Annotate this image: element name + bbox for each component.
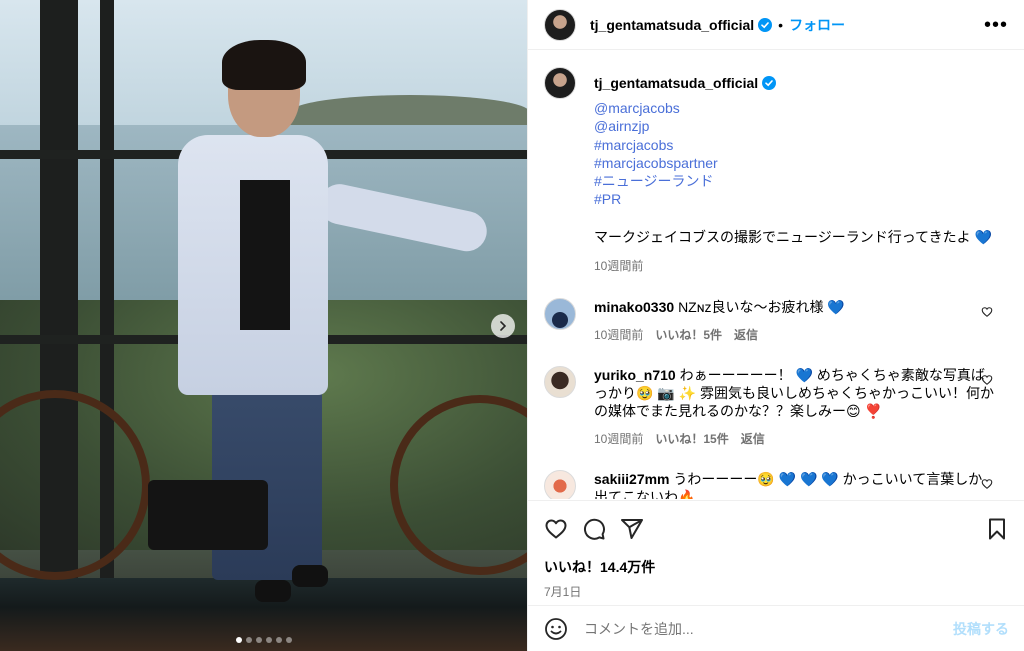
- person-inner-shirt: [240, 180, 290, 330]
- post-comment-button[interactable]: 投稿する: [953, 619, 1009, 639]
- comment-like-heart-icon[interactable]: [981, 478, 993, 490]
- caption-tag-link[interactable]: #ニュージーランド: [594, 172, 1009, 190]
- carousel-next-button[interactable]: [491, 314, 515, 338]
- carousel-dot: [265, 637, 272, 643]
- carousel-dot: [255, 637, 262, 643]
- share-icon[interactable]: [620, 517, 644, 541]
- like-count[interactable]: いいね！14.4万件: [544, 557, 1009, 577]
- comment-username[interactable]: yuriko_n710: [594, 367, 676, 383]
- comment-body: minako0330 NZɴᴢ良いな〜お疲れ様 💙 10週間前 いいね！5件 返…: [594, 298, 994, 344]
- carousel-dots: [0, 637, 527, 643]
- comment-meta: 10週間前 いいね！5件 返信: [594, 326, 994, 344]
- caption-tag-link[interactable]: @marcjacobs: [594, 99, 1009, 117]
- comment-input[interactable]: [584, 620, 953, 637]
- caption-text: マークジェイコブスの撮影でニュージーランド行ってきたよ 💙: [594, 228, 992, 245]
- comment-like-heart-icon[interactable]: [981, 306, 993, 318]
- comment-body: yuriko_n710 わぁーーーーー！ 💙 めちゃくちゃ素敵な写真ばっかり🥹 …: [594, 366, 994, 448]
- carousel-dot: [245, 637, 252, 643]
- caption-tags: @marcjacobs @airnzjp #marcjacobs #marcjacob…: [594, 99, 1009, 209]
- comment-body: sakiii27mm うわーーーー🥹 💙 💙 💙 かっこいいて言葉しか出てこない…: [594, 470, 994, 499]
- header-username[interactable]: tj_gentamatsuda_official: [590, 17, 754, 33]
- caption-username[interactable]: tj_gentamatsuda_official: [594, 75, 758, 91]
- post-side-panel: tj_gentamatsuda_official • フォロー ••• tj_g…: [527, 0, 1024, 651]
- person-hair: [222, 40, 306, 90]
- comments-list[interactable]: tj_gentamatsuda_official @marcjacobs @air…: [528, 51, 1024, 499]
- caption-tag-link[interactable]: #PR: [594, 190, 1009, 208]
- verified-badge-icon: [758, 17, 773, 32]
- shoe: [292, 565, 328, 587]
- comment-time[interactable]: 10週間前: [594, 326, 643, 344]
- caption-time[interactable]: 10週間前: [594, 257, 643, 274]
- comment-username[interactable]: minako0330: [594, 299, 674, 315]
- caption-tag-link[interactable]: #marcjacobs: [594, 136, 1009, 154]
- emoji-icon[interactable]: [544, 617, 568, 641]
- carousel-dot: [235, 637, 242, 643]
- comment-text: NZɴᴢ良いな〜お疲れ様 💙: [678, 298, 845, 315]
- caption-meta: 10週間前: [594, 257, 1009, 274]
- comment-composer: 投稿する: [528, 605, 1024, 651]
- comment-like-heart-icon[interactable]: [981, 374, 993, 386]
- separator-bullet: •: [778, 16, 784, 33]
- comment-item: yuriko_n710 わぁーーーーー！ 💙 めちゃくちゃ素敵な写真ばっかり🥹 …: [544, 365, 1009, 448]
- like-heart-icon[interactable]: [544, 517, 568, 541]
- comment-time[interactable]: 10週間前: [594, 430, 643, 448]
- avatar[interactable]: [544, 365, 576, 398]
- carousel-dot: [275, 637, 282, 643]
- verified-badge-icon: [762, 76, 777, 90]
- more-options-icon[interactable]: •••: [984, 15, 1008, 35]
- caption-tag-link[interactable]: @airnzjp: [594, 117, 1009, 135]
- post-date[interactable]: 7月1日: [544, 583, 1009, 600]
- comment-meta: 10週間前 いいね！15件 返信: [594, 430, 994, 448]
- comment-item: sakiii27mm うわーーーー🥹 💙 💙 💙 かっこいいて言葉しか出てこない…: [544, 469, 1009, 499]
- post-photo[interactable]: [0, 0, 527, 651]
- bookmark-icon[interactable]: [985, 517, 1009, 541]
- action-icons: [544, 515, 1009, 543]
- caption-tag-link[interactable]: #marcjacobspartner: [594, 154, 1009, 172]
- avatar[interactable]: [544, 67, 576, 99]
- comment-icon[interactable]: [582, 517, 606, 541]
- avatar[interactable]: [544, 469, 576, 499]
- post-header: tj_gentamatsuda_official • フォロー •••: [528, 0, 1024, 50]
- reply-button[interactable]: 返信: [734, 326, 758, 344]
- comment-likes[interactable]: いいね！5件: [655, 326, 722, 344]
- follow-button[interactable]: フォロー: [789, 15, 845, 35]
- carousel-dot: [285, 637, 292, 643]
- caption-body: tj_gentamatsuda_official @marcjacobs @air…: [594, 67, 1009, 274]
- avatar[interactable]: [544, 8, 576, 41]
- comment-likes[interactable]: いいね！15件: [655, 430, 728, 448]
- comment-thread: minako0330 NZɴᴢ良いな〜お疲れ様 💙 10週間前 いいね！5件 返…: [544, 297, 1009, 499]
- handbag: [148, 480, 268, 550]
- reply-button[interactable]: 返信: [741, 430, 765, 448]
- comment-username[interactable]: sakiii27mm: [594, 471, 670, 487]
- comment-item: minako0330 NZɴᴢ良いな〜お疲れ様 💙 10週間前 いいね！5件 返…: [544, 297, 1009, 344]
- shoe: [255, 580, 291, 602]
- chevron-right-icon: [500, 321, 507, 331]
- caption: tj_gentamatsuda_official @marcjacobs @air…: [544, 67, 1009, 274]
- avatar[interactable]: [544, 297, 576, 330]
- post-actions: いいね！14.4万件 7月1日: [528, 500, 1024, 600]
